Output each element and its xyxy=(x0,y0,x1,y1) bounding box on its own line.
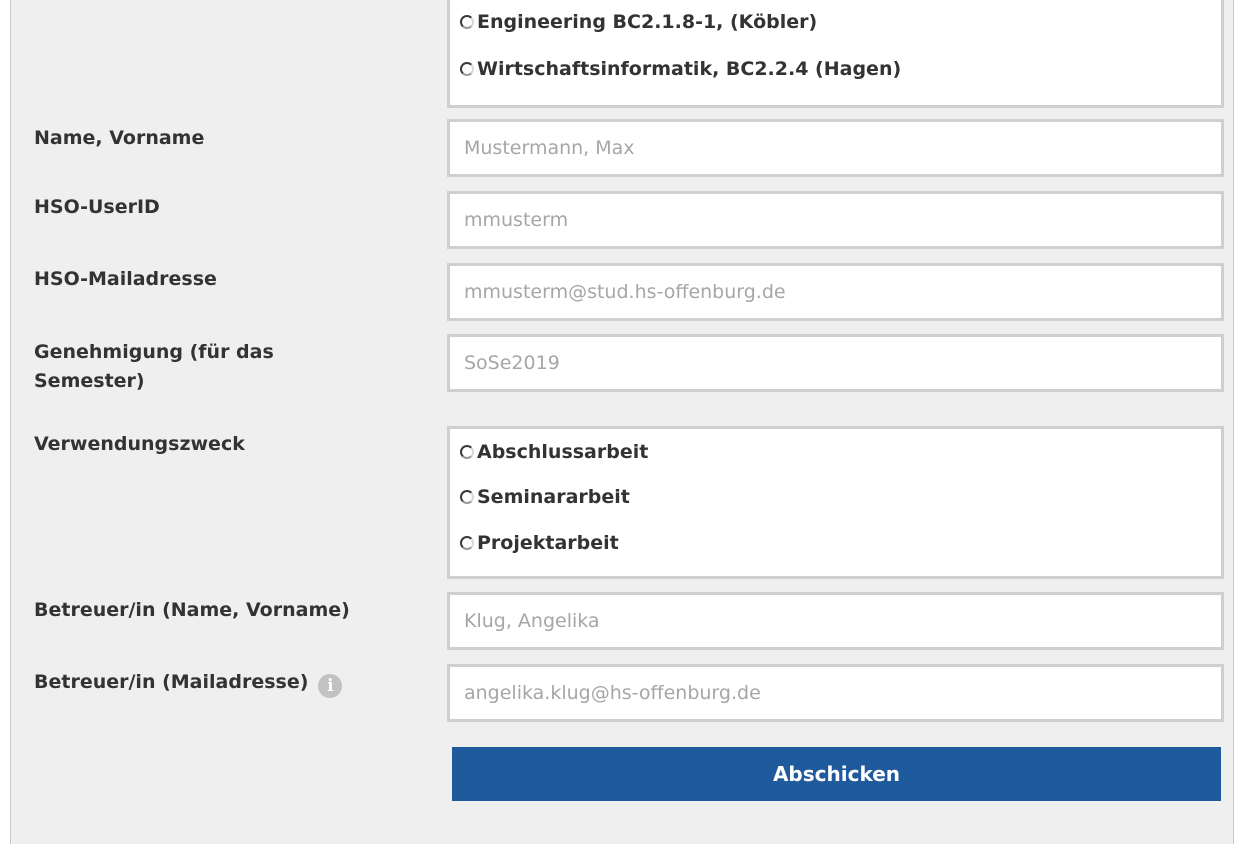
mail-input[interactable] xyxy=(447,263,1224,321)
radio-label: Abschlussarbeit xyxy=(477,441,649,463)
radio-button[interactable] xyxy=(460,15,474,29)
zweck-label: Verwendungszweck xyxy=(34,433,245,455)
radio-label: Engineering BC2.1.8-1, (Köbler) xyxy=(477,11,818,33)
radio-button[interactable] xyxy=(460,490,474,504)
radio-button[interactable] xyxy=(460,445,474,459)
zweck-radio-group: Abschlussarbeit Seminararbeit Projektarb… xyxy=(447,426,1224,579)
radio-label: Wirtschaftsinformatik, BC2.2.4 (Hagen) xyxy=(477,58,902,80)
radio-option-projektarbeit[interactable]: Projektarbeit xyxy=(460,532,619,554)
betreuer-mail-label: Betreuer/in (Mailadresse) xyxy=(34,671,309,693)
semester-input[interactable] xyxy=(447,334,1224,392)
submit-button[interactable]: Abschicken xyxy=(452,747,1221,801)
info-icon[interactable]: i xyxy=(318,674,343,698)
studiengang-radio-group: Engineering BC2.1.8-1, (Köbler) Wirtscha… xyxy=(447,0,1224,108)
radio-option-engineering[interactable]: Engineering BC2.1.8-1, (Köbler) xyxy=(460,11,817,33)
userid-label: HSO-UserID xyxy=(34,196,160,218)
name-label: Name, Vorname xyxy=(34,127,205,149)
radio-label: Seminararbeit xyxy=(477,486,630,508)
radio-button[interactable] xyxy=(460,536,474,550)
radio-option-seminararbeit[interactable]: Seminararbeit xyxy=(460,486,630,508)
betreuer-mail-input[interactable] xyxy=(447,664,1224,722)
userid-input[interactable] xyxy=(447,191,1224,249)
name-input[interactable] xyxy=(447,119,1224,177)
betreuer-name-label: Betreuer/in (Name, Vorname) xyxy=(34,599,350,621)
radio-button[interactable] xyxy=(460,62,474,76)
radio-option-wirtschaftsinformatik[interactable]: Wirtschaftsinformatik, BC2.2.4 (Hagen) xyxy=(460,58,901,80)
betreuer-name-input[interactable] xyxy=(447,592,1224,650)
semester-label: Genehmigung (für das Semester) xyxy=(34,341,274,392)
radio-option-abschlussarbeit[interactable]: Abschlussarbeit xyxy=(460,441,648,463)
mail-label: HSO-Mailadresse xyxy=(34,268,217,290)
radio-label: Projektarbeit xyxy=(477,532,619,554)
betreuer-mail-label-row: Betreuer/in (Mailadresse) i xyxy=(34,668,404,698)
